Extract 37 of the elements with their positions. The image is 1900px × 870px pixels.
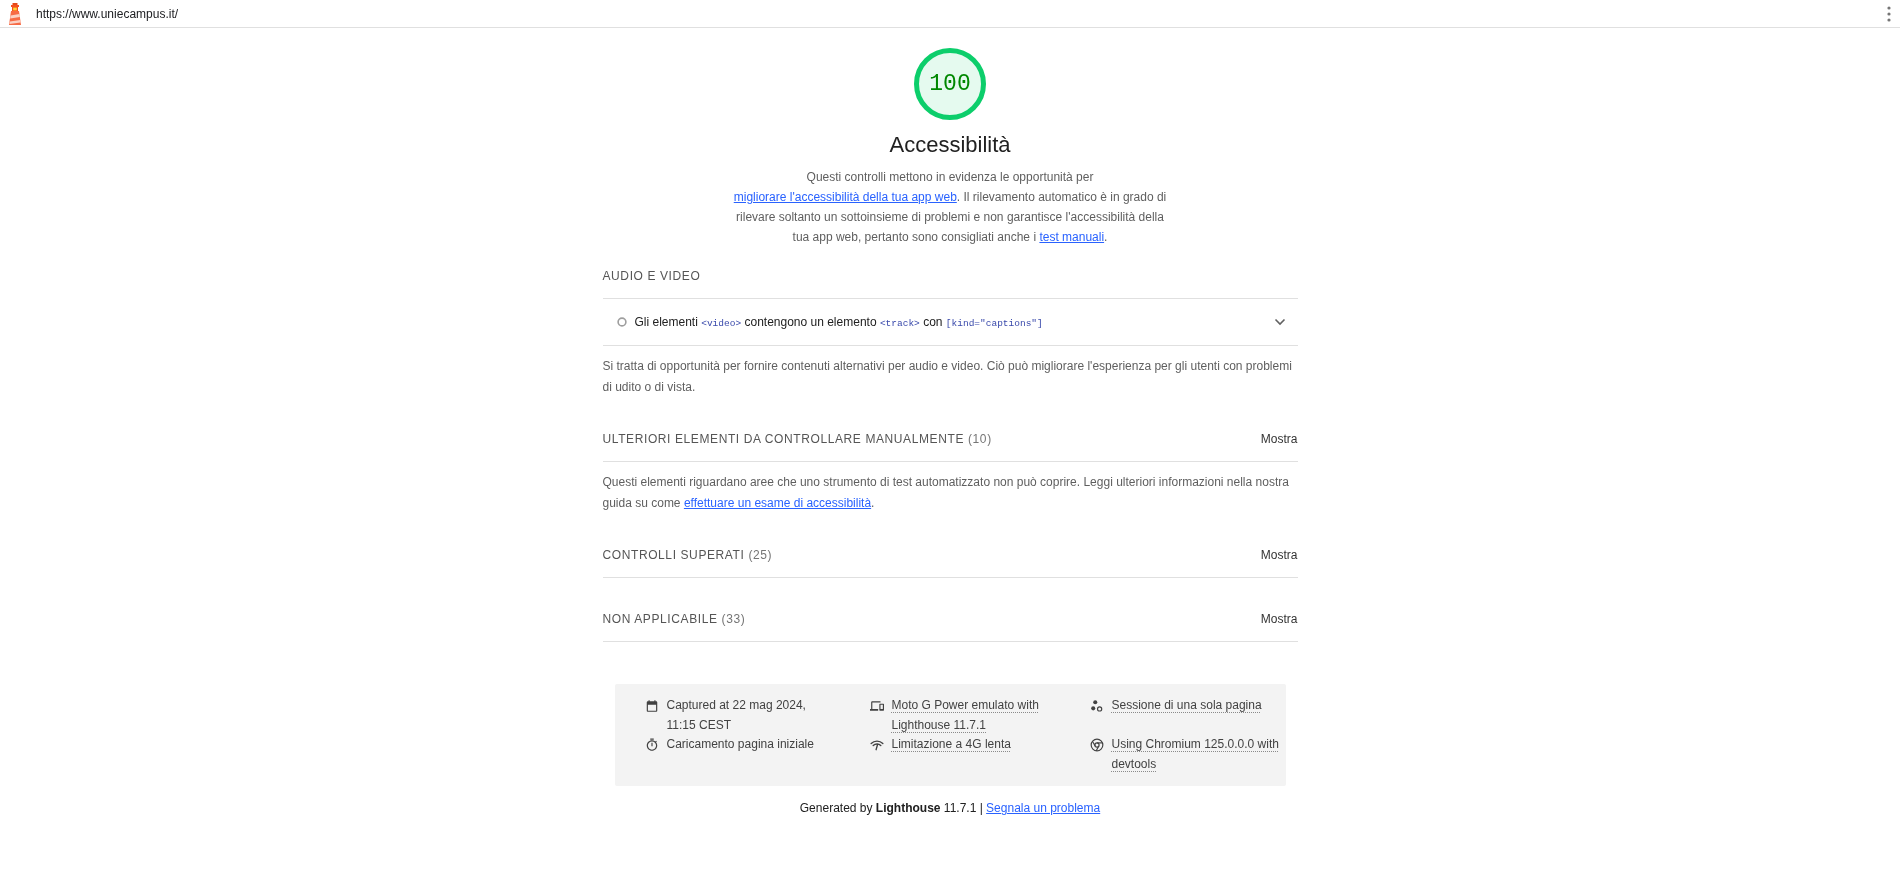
audit-title: Gli elementi <video> contengono un elemento <track> con [kind="captions"] [634,315,1043,329]
category-description: Questi controlli mettono in evidenza le opportunità per migliorare l'accessibilità della tua app web. Il rilevamento automatico è in grado di rilevare soltanto un sottoinsieme di problemi e non garantisce l'accessibilità della tua app web, pertanto sono consigliati anche i test manuali. [732,169,1168,246]
show-button[interactable]: Mostra [1260,611,1298,626]
footer-text: Generated by Lighthouse 11.7.1 | Segnala un problema [798,800,1102,817]
section-description: Si tratta di opportunità per fornire contenuti alternativi per audio e video. Ciò può migliorare l'esperienza per gli utenti con problemi di udito o di vista. [602,358,1293,396]
calendar-icon [644,699,659,713]
wifi-icon [869,738,884,752]
environment-text: Captured at 22 mag 2024, 11:15 CEST [666,697,807,734]
environment-text: Caricamento pagina iniziale [666,736,814,753]
show-button[interactable]: Mostra [1260,547,1298,562]
browser-logo-icon [1089,738,1104,752]
section-title: NON APPLICABILE [602,611,718,626]
section-count: (10) [968,431,992,446]
report-issue-link[interactable]: Segnala un problema [986,801,1101,815]
chevron-down-icon[interactable] [1273,318,1286,326]
url-text: https://www.uniecampus.it/ [36,6,179,21]
more-menu-icon[interactable] [1887,5,1891,22]
description-link[interactable]: migliorare l'accessibilità della tua app web [733,190,957,204]
stopwatch-icon [644,738,659,752]
show-button[interactable]: Mostra [1260,431,1298,446]
category-title: Accessibilità [889,132,1011,158]
section-title: ULTERIORI ELEMENTI DA CONTROLLARE MANUALMENTE [602,431,964,446]
environment-text: Sessione di una sola pagina [1111,697,1262,714]
score-value: 100 [929,72,971,96]
section-count: (25) [748,547,773,562]
environment-text: Limitazione a 4G lenta [891,736,1011,753]
environment-text: Using Chromium 125.0.0.0 with devtools [1111,736,1280,773]
section-title: AUDIO E VIDEO [602,268,701,283]
circles-icon [1089,699,1104,713]
status-ring-icon [616,317,627,327]
lighthouse-icon [7,2,23,25]
section-count: (33) [721,611,746,626]
section-description: Questi elementi riguardano aree che uno strumento di test automatizzato non può coprire. Leggi ulteriori informazioni nella nostra guida su come effettuare un esame di accessibilità. [602,474,1290,512]
devices-icon [869,699,884,713]
environment-text: Moto G Power emulato with Lighthouse 11.7.1 [891,697,1040,734]
score-ring-drawing [914,48,986,120]
section-title: CONTROLLI SUPERATI [602,547,745,562]
